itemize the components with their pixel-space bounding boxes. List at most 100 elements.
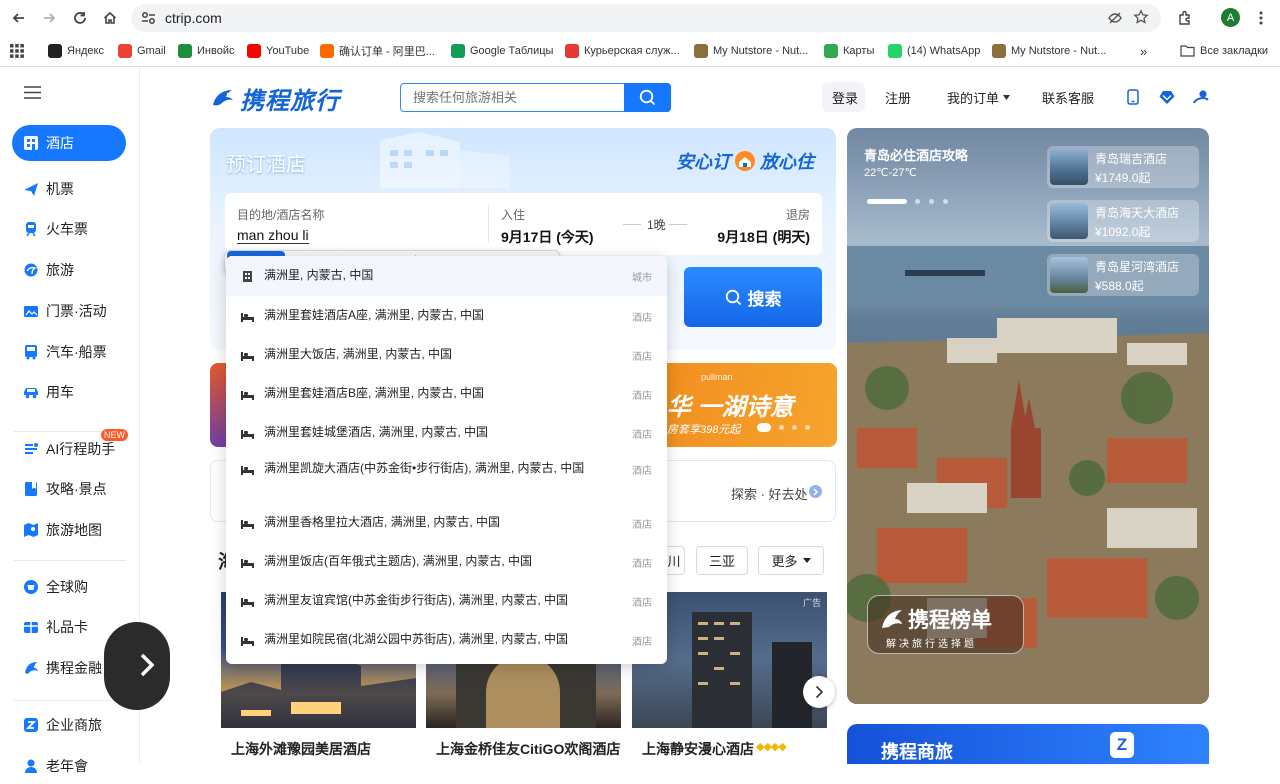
ai-icon: [23, 441, 39, 457]
recommended-hotel[interactable]: 青岛海天大酒店 ¥1092.0起: [1047, 200, 1199, 242]
bookmark-star-icon[interactable]: [1133, 9, 1149, 28]
sidebar-item[interactable]: 酒店: [12, 125, 126, 161]
address-bar[interactable]: ctrip.com: [131, 4, 1161, 32]
bookmark-item[interactable]: Gmail: [118, 40, 166, 62]
carousel-dot[interactable]: [805, 425, 810, 430]
carousel-dot-active[interactable]: [757, 423, 771, 432]
reload-icon[interactable]: [67, 6, 93, 30]
sidebar-item[interactable]: 旅游地图: [12, 512, 126, 548]
sidebar-item[interactable]: 全球购: [12, 569, 126, 605]
bookmark-item[interactable]: Инвойс: [178, 40, 234, 62]
ad-label: 广告: [802, 598, 821, 608]
customer-service-link[interactable]: 联系客服: [1042, 88, 1094, 107]
bookmark-item[interactable]: Карты: [824, 40, 874, 62]
hotel-thumbnail: [1050, 203, 1088, 239]
checkin-date[interactable]: 9月17日 (今天): [501, 227, 594, 247]
next-arrow-button[interactable]: [803, 676, 835, 708]
explore-link[interactable]: 探索 · 好去处: [731, 484, 808, 503]
hamburger-menu-icon[interactable]: [24, 86, 41, 102]
suggestion-type: 酒店: [632, 598, 652, 609]
login-link[interactable]: 登录: [832, 88, 858, 107]
eye-off-icon[interactable]: [1107, 10, 1123, 29]
sidebar-item[interactable]: 汽车·船票: [12, 334, 126, 370]
bookmark-item[interactable]: Google Таблицы: [451, 40, 553, 62]
z-logo-icon: Z: [1110, 732, 1134, 758]
more-cities-dropdown[interactable]: 更多: [758, 546, 824, 575]
bookmark-item[interactable]: Яндекс: [48, 40, 104, 62]
bookmark-item[interactable]: My Nutstore - Nut...: [992, 40, 1106, 62]
ranking-title: 携程榜单: [908, 609, 992, 632]
support-agent-icon[interactable]: [1192, 89, 1210, 108]
site-info-icon[interactable]: [141, 11, 156, 28]
suggestion-text: 满洲里套娃酒店B座, 满洲里, 内蒙古, 中国: [264, 386, 485, 400]
nights-count: 1晚: [647, 218, 666, 232]
carousel-dot[interactable]: [915, 199, 920, 204]
header-search-button[interactable]: [624, 83, 671, 112]
bookmark-item[interactable]: YouTube: [247, 40, 309, 62]
sidebar-item[interactable]: 企业商旅: [12, 707, 126, 743]
checkin-label: 入住: [501, 208, 526, 222]
qingdao-hotel-guide-banner[interactable]: 青岛必住酒店攻略 22℃-27℃ 青岛瑞吉酒店 ¥1749.0起 青岛海天大酒店…: [847, 128, 1209, 704]
ctrip-logo[interactable]: 携程旅行: [210, 82, 340, 115]
destination-input[interactable]: man zhou li: [237, 227, 309, 244]
bookmark-label: Gmail: [137, 45, 166, 57]
finance-icon: [23, 660, 39, 676]
apps-grid-icon[interactable]: [10, 44, 24, 61]
city-chip[interactable]: 川: [664, 546, 685, 575]
sidebar-item-label: 旅游地图: [46, 522, 102, 538]
left-promo-banner[interactable]: [210, 363, 226, 447]
sidebar-item[interactable]: 旅游: [12, 252, 126, 288]
mobile-app-icon[interactable]: [1127, 89, 1139, 108]
floating-panel-toggle[interactable]: [104, 622, 170, 710]
recommended-hotel[interactable]: 青岛星河湾酒店 ¥588.0起: [1047, 254, 1199, 296]
back-icon[interactable]: [6, 6, 32, 30]
sidebar-item[interactable]: 用车: [12, 374, 126, 410]
folder-icon: [1180, 45, 1195, 57]
rec-hotel-name: 青岛瑞吉酒店: [1095, 152, 1168, 166]
extensions-icon[interactable]: [1172, 6, 1198, 30]
bookmark-item[interactable]: My Nutstore - Nut...: [694, 40, 808, 62]
carousel-dot-active[interactable]: [867, 199, 907, 204]
chevron-right-icon[interactable]: [809, 485, 822, 498]
register-link[interactable]: 注册: [885, 88, 911, 107]
bookmark-favicon-icon: [824, 44, 838, 58]
my-orders-dropdown[interactable]: 我的订单: [947, 88, 1011, 107]
dolphin-logo-icon: [213, 90, 233, 106]
nav-divider: [14, 560, 126, 561]
carousel-dot[interactable]: [779, 425, 784, 430]
sidebar-item-label: 旅游: [46, 262, 74, 278]
all-bookmarks-label: Все закладки: [1200, 45, 1269, 57]
diamond-heart-icon[interactable]: [1158, 89, 1176, 108]
sidebar-item-label: AI行程助手: [46, 441, 116, 457]
checkout-date[interactable]: 9月18日 (明天): [717, 227, 810, 247]
business-travel-title: 携程商旅: [881, 742, 953, 762]
carousel-dot[interactable]: [792, 425, 797, 430]
sidebar-item[interactable]: 攻略·景点: [12, 471, 126, 507]
more-bookmarks-button[interactable]: »: [1140, 40, 1147, 62]
home-icon[interactable]: [97, 6, 123, 30]
carousel-dot[interactable]: [943, 199, 948, 204]
header-search-input[interactable]: [401, 84, 625, 111]
sidebar-item[interactable]: 机票: [12, 171, 126, 207]
menu-kebab-icon[interactable]: [1248, 6, 1274, 30]
forward-icon[interactable]: [36, 6, 62, 30]
sidebar-item-label: 门票·活动: [46, 303, 107, 319]
sidebar-item[interactable]: 火车票: [12, 211, 126, 247]
profile-avatar[interactable]: A: [1221, 8, 1240, 27]
hotel-search-button[interactable]: 搜索: [684, 267, 822, 327]
sidebar-item[interactable]: 门票·活动: [12, 293, 126, 329]
bookmark-item[interactable]: (14) WhatsApp: [888, 40, 980, 62]
carousel-dot[interactable]: [929, 199, 934, 204]
bus-icon: [23, 344, 39, 360]
ctrip-ranking-badge[interactable]: 携程榜单 解决旅行选择题: [867, 595, 1024, 654]
bookmark-item[interactable]: 确认订单 - 阿里巴...: [320, 40, 435, 62]
city-chip-sanya[interactable]: 三亚: [696, 546, 748, 575]
recommended-hotel[interactable]: 青岛瑞吉酒店 ¥1749.0起: [1047, 146, 1199, 188]
sidebar-item[interactable]: 老年會: [12, 748, 126, 784]
header-search[interactable]: [400, 83, 671, 112]
bookmark-item[interactable]: Курьерская служ...: [565, 40, 680, 62]
url-text[interactable]: ctrip.com: [165, 10, 222, 26]
all-bookmarks-button[interactable]: Все закладки: [1180, 40, 1268, 62]
business-travel-banner[interactable]: 携程商旅 Z: [847, 724, 1209, 764]
bookmark-favicon-icon: [888, 44, 902, 58]
